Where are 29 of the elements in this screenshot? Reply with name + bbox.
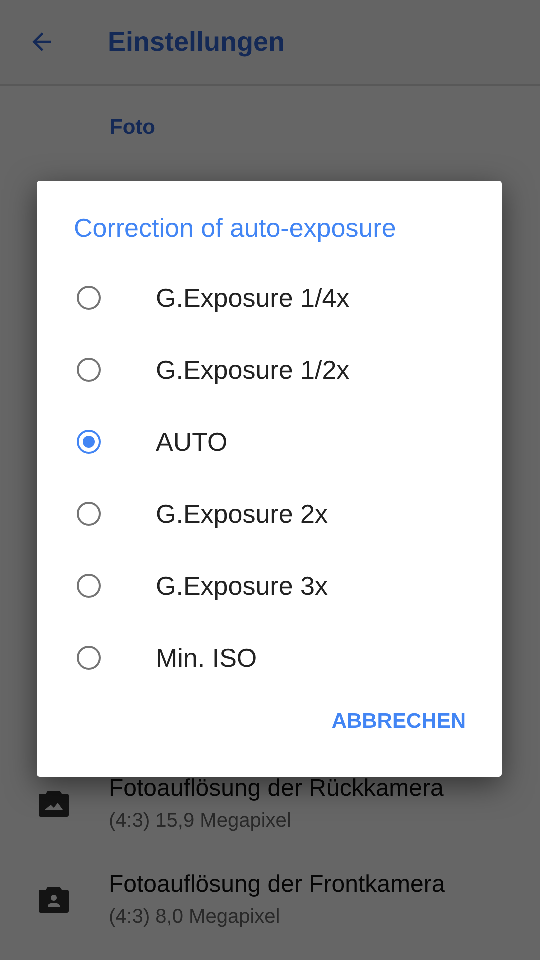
radio-option[interactable]: Min. ISO	[37, 622, 502, 694]
radio-option[interactable]: G.Exposure 3x	[37, 550, 502, 622]
window-title: Einstellungen	[108, 26, 286, 58]
option-label: G.Exposure 1/4x	[156, 282, 350, 314]
dialog-title: Correction of auto-exposure	[74, 213, 398, 244]
radio-option[interactable]: G.Exposure 1/4x	[37, 262, 502, 334]
radio-option[interactable]: G.Exposure 2x	[37, 478, 502, 550]
radio-button[interactable]	[77, 646, 101, 670]
setting-title: Fotoauflösung der Frontkamera	[109, 870, 446, 900]
section-header: Foto	[110, 116, 156, 140]
option-label: G.Exposure 1/2x	[156, 354, 350, 386]
setting-item[interactable]: Fotoauflösung der Frontkamera (4:3) 8,0 Megapixel	[0, 868, 540, 932]
camera-person-icon	[39, 887, 69, 913]
option-label: G.Exposure 2x	[156, 498, 328, 530]
setting-title: Fotoauflösung der Rückkamera	[109, 774, 444, 804]
camera-landscape-icon	[39, 791, 69, 817]
setting-value: (4:3) 8,0 Megapixel	[109, 905, 282, 930]
cancel-button[interactable]: ABBRECHEN	[326, 700, 472, 744]
radio-button[interactable]	[77, 286, 101, 310]
radio-option[interactable]: G.Exposure 1/2x	[37, 334, 502, 406]
option-label: Min. ISO	[156, 642, 258, 674]
setting-value: (4:3) 15,9 Megapixel	[109, 809, 292, 834]
option-label: AUTO	[156, 426, 228, 458]
option-label: G.Exposure 3x	[156, 570, 328, 602]
radio-button[interactable]	[77, 502, 101, 526]
radio-button[interactable]	[77, 358, 101, 382]
radio-option[interactable]: AUTO	[37, 406, 502, 478]
radio-button[interactable]	[77, 430, 101, 454]
radio-button[interactable]	[77, 574, 101, 598]
